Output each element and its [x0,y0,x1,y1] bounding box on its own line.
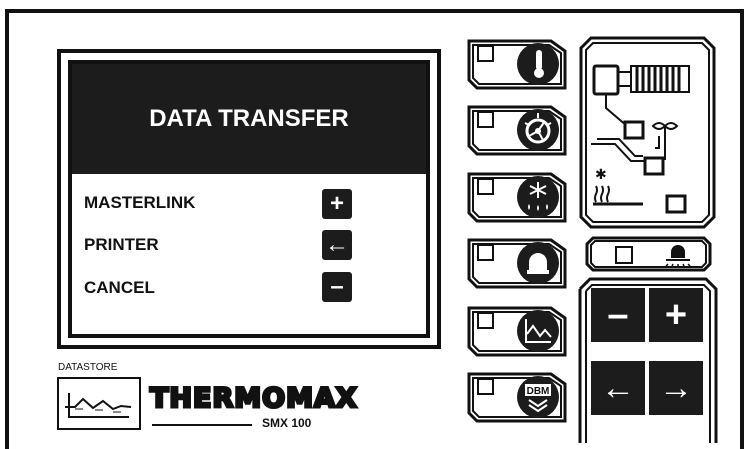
evaporator-fan-button[interactable] [465,103,569,158]
defrost-led [477,178,494,195]
dbm-text: DBM [527,386,550,397]
datastore-button[interactable] [57,377,141,430]
evaporator-fan-led [477,111,494,128]
datastore-label: DATASTORE [58,362,118,373]
right-key-label: → [659,368,693,407]
graph-icon [517,310,559,352]
dbm-led [477,378,494,395]
svg-text:✱: ✱ [595,167,607,183]
model-label: SMX 100 [262,416,312,430]
menu-cancel-label: CANCEL [84,278,155,297]
defrost-lamp-icon [665,245,691,266]
brand-underline [152,424,252,426]
thermometer-icon [517,43,559,85]
thermometer-led [477,45,494,62]
minus-key-label: – [607,293,629,336]
alarm-light-button[interactable] [465,236,569,291]
left-key-label: ← [601,368,635,407]
minus-key[interactable]: – [591,288,645,342]
graph-led [477,312,494,329]
menu-printer-label: PRINTER [84,235,159,254]
plus-key[interactable]: + [649,288,703,342]
thermometer-button[interactable] [465,37,569,92]
arrow-left-icon: ← [322,230,352,260]
graph-button[interactable] [465,304,569,359]
minus-icon: – [322,272,352,302]
alarm-light-icon [517,242,559,284]
evaporator-fan-icon [517,109,559,151]
left-key[interactable]: ← [591,361,645,415]
plus-key-label: + [664,293,688,336]
menu-masterlink-label: MASTERLINK [84,193,196,212]
defrost-button[interactable] [465,170,569,225]
screen-title: DATA TRANSFER [72,64,426,174]
dbm-button[interactable]: DBM [465,370,569,425]
refrigeration-schematic: ✱ [579,36,716,229]
plus-icon: + [322,189,352,219]
datastore-graph-icon [65,393,132,418]
brand-logo: THERMOMAX [149,382,359,416]
right-key[interactable]: → [649,361,703,415]
dbm-icon: DBM [517,376,559,418]
alarm-light-led [477,244,494,261]
defrost-lamp-led [615,246,633,264]
defrost-snowflake-icon [517,176,559,218]
defrost-lamp-button[interactable] [585,236,712,272]
